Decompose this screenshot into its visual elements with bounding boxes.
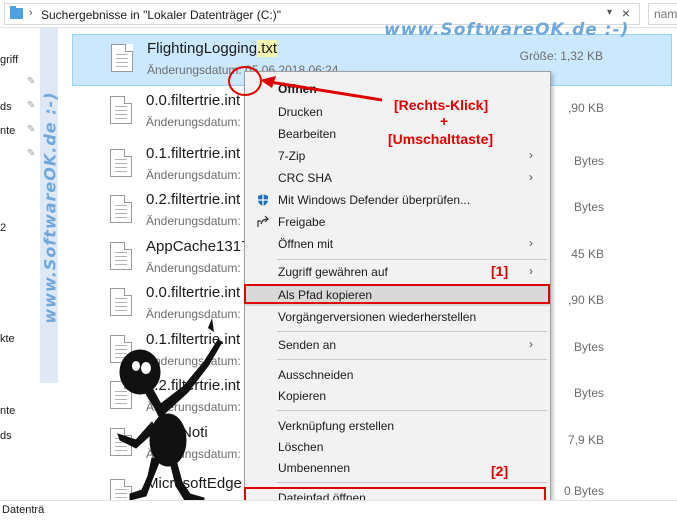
file-size: Bytes <box>573 200 604 214</box>
pointing-figure-illustration <box>117 318 223 505</box>
pin-icon: ✎ <box>27 124 36 135</box>
file-date: Änderungsdatum: <box>146 261 241 275</box>
chevron-right-icon[interactable]: › <box>29 7 33 19</box>
marker-2: [2] <box>491 463 509 479</box>
hint-plus: + <box>440 113 449 129</box>
red-arrow-annotation <box>260 76 383 102</box>
chevron-right-icon: › <box>529 170 533 184</box>
file-icon <box>110 195 132 223</box>
file-size: ,90 KB <box>567 101 604 115</box>
menu-item-7zip[interactable]: 7-Zip › <box>245 145 550 167</box>
file-name[interactable]: AppCache1317 <box>146 238 249 255</box>
file-name[interactable]: 0.0.filtertrie.int <box>146 92 240 109</box>
menu-item-crc-sha[interactable]: CRC SHA › <box>245 167 550 189</box>
pin-icon: ✎ <box>27 100 36 111</box>
nav-item[interactable]: kte <box>0 333 15 345</box>
menu-separator <box>277 482 547 483</box>
file-size: 7,9 KB <box>567 433 604 447</box>
menu-separator <box>277 359 547 360</box>
file-size: Bytes <box>573 154 604 168</box>
marker-1: [1] <box>491 263 509 279</box>
chevron-right-icon: › <box>529 264 533 278</box>
share-icon <box>257 215 269 227</box>
close-icon[interactable]: × <box>619 6 633 20</box>
menu-item-defender-scan[interactable]: Mit Windows Defender überprüfen... <box>245 189 550 211</box>
menu-item-restore-versions[interactable]: Vorgängerversionen wiederherstellen <box>245 306 550 328</box>
hint-right-click: [Rechts-Klick] <box>394 97 489 113</box>
menu-item-delete[interactable]: Löschen <box>245 436 550 458</box>
menu-item-send-to[interactable]: Senden an › <box>245 334 550 356</box>
highlight-box-copy-as-path <box>244 284 550 304</box>
menu-item-share[interactable]: Freigabe <box>245 211 550 233</box>
defender-shield-icon <box>258 194 268 206</box>
nav-item[interactable]: ds <box>0 430 12 442</box>
explorer-window: › Suchergebnisse in "Lokaler Datenträger… <box>0 0 677 523</box>
menu-separator <box>277 410 547 411</box>
file-date: Änderungsdatum: <box>146 115 241 129</box>
status-bar: Datenträ <box>0 500 677 523</box>
file-icon <box>110 242 132 270</box>
search-input[interactable]: nam <box>648 3 677 25</box>
file-name[interactable]: 0.1.filtertrie.int <box>146 145 240 162</box>
file-size: ,90 KB <box>567 293 604 307</box>
nav-item[interactable]: griff <box>0 54 18 66</box>
chevron-right-icon: › <box>529 337 533 351</box>
menu-item-create-shortcut[interactable]: Verknüpfung erstellen <box>245 415 550 437</box>
menu-separator <box>277 259 547 260</box>
file-icon <box>110 149 132 177</box>
pin-icon: ✎ <box>27 76 36 87</box>
file-date: Änderungsdatum: <box>146 214 241 228</box>
chevron-down-icon[interactable]: ▾ <box>607 7 612 18</box>
file-name[interactable]: 0.2.filtertrie.int <box>146 191 240 208</box>
file-name[interactable]: 0.0.filtertrie.int <box>146 284 240 301</box>
text-file-icon <box>111 44 133 72</box>
side-watermark: www.SoftwareOK.de :-) <box>40 91 59 324</box>
file-icon <box>110 96 132 124</box>
menu-separator <box>277 331 547 332</box>
breadcrumb[interactable]: Suchergebnisse in "Lokaler Datenträger (… <box>41 8 281 22</box>
navigation-pane: griff ✎ ds ✎ nte ✎ ✎ 2 kte nte ds <box>0 28 40 523</box>
menu-item-copy[interactable]: Kopieren <box>245 385 550 407</box>
nav-item[interactable]: 2 <box>0 222 6 234</box>
file-size: Größe: 1,32 KB <box>519 49 603 63</box>
file-size: Bytes <box>573 386 604 400</box>
chevron-right-icon: › <box>529 236 533 250</box>
chevron-right-icon: › <box>529 148 533 162</box>
nav-item[interactable]: nte <box>0 125 15 137</box>
status-text: Datenträ <box>2 504 45 516</box>
folder-icon <box>10 6 23 19</box>
hint-shift-key: [Umschalttaste] <box>388 131 494 147</box>
menu-item-cut[interactable]: Ausschneiden <box>245 364 550 386</box>
pin-icon: ✎ <box>27 148 36 159</box>
file-size: 0 Bytes <box>563 484 604 498</box>
file-extension: .txt <box>257 40 278 57</box>
file-date: Änderungsdatum: <box>146 168 241 182</box>
nav-item[interactable]: nte <box>0 405 15 417</box>
file-size: Bytes <box>573 340 604 354</box>
menu-item-open-with[interactable]: Öffnen mit › <box>245 233 550 255</box>
nav-item[interactable]: ds <box>0 101 12 113</box>
file-size: 45 KB <box>571 247 604 261</box>
top-watermark: www.SoftwareOK.de :-) <box>384 20 630 40</box>
file-name[interactable]: FlightingLogging.txt <box>147 40 278 57</box>
